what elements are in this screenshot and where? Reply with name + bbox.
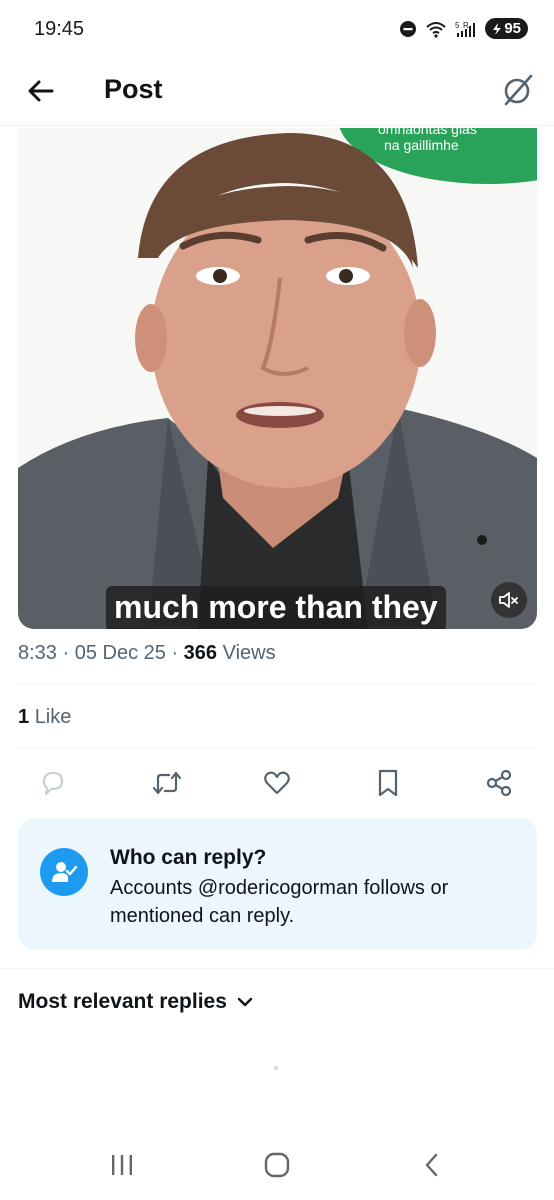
- arrow-left-icon: [28, 80, 54, 102]
- battery-level: 95: [504, 20, 521, 37]
- views-label: Views: [222, 642, 276, 664]
- svg-text:5: 5: [455, 21, 460, 30]
- divider: [18, 748, 537, 749]
- mute-button[interactable]: [491, 582, 527, 618]
- like-icon: [264, 771, 290, 795]
- divider: [18, 684, 537, 685]
- recent-apps-button[interactable]: [104, 1150, 140, 1180]
- sort-label: Most relevant replies: [18, 990, 227, 1013]
- repost-button[interactable]: [150, 766, 184, 800]
- system-back-button[interactable]: [414, 1150, 450, 1180]
- battery-indicator: 95: [485, 18, 528, 39]
- post-time: 8:33: [18, 642, 57, 664]
- header: Post: [0, 60, 554, 126]
- chevron-down-icon: [237, 997, 253, 1007]
- who-can-reply-card: Who can reply? Accounts @rodericogorman …: [18, 818, 537, 950]
- page-title: Post: [104, 74, 163, 104]
- grok-icon: [504, 74, 533, 106]
- post-page: 19:45 5 R 95 Post omhaontas glas na gail…: [0, 0, 554, 1200]
- likes-label: Like: [34, 706, 72, 728]
- grok-button[interactable]: [500, 72, 536, 108]
- status-icons: 5 R 95: [399, 18, 528, 39]
- divider: [0, 968, 554, 969]
- post-meta: 8:33 · 05 Dec 25 · 366 Views: [18, 642, 276, 665]
- system-nav-bar: [0, 1130, 554, 1200]
- repost-icon: [152, 771, 182, 795]
- home-button[interactable]: [259, 1150, 295, 1180]
- post-video[interactable]: omhaontas glas na gaillimhe much more th…: [18, 128, 537, 629]
- user-check-icon: [52, 862, 78, 882]
- bookmark-icon: [378, 769, 398, 797]
- loading-indicator: [274, 1066, 278, 1070]
- reply-button[interactable]: [36, 766, 70, 800]
- reply-card-body: Accounts @rodericogorman follows or ment…: [110, 877, 449, 927]
- post-date: 05 Dec 25: [74, 642, 166, 664]
- badge-line-1: omhaontas glas: [378, 128, 477, 137]
- action-bar: [18, 762, 537, 806]
- video-caption: much more than they: [106, 586, 446, 629]
- volume-mute-icon: [499, 592, 518, 608]
- share-icon: [486, 769, 512, 797]
- status-time: 19:45: [34, 18, 85, 40]
- home-icon: [264, 1152, 290, 1178]
- wifi-icon: [426, 21, 446, 38]
- views-count: 366: [183, 642, 218, 664]
- meta-separator: ·: [171, 642, 184, 664]
- cell-signal-icon: 5 R: [455, 21, 476, 37]
- status-bar: 19:45 5 R 95: [0, 0, 554, 60]
- battery-icon: [493, 22, 502, 35]
- reply-permission-avatar: [40, 848, 88, 896]
- bookmark-button[interactable]: [371, 766, 405, 800]
- do-not-disturb-icon: [400, 20, 417, 37]
- reply-card-title: Who can reply?: [110, 846, 267, 869]
- reply-icon: [43, 772, 63, 795]
- svg-text:R: R: [463, 21, 469, 30]
- like-button[interactable]: [260, 766, 294, 800]
- recent-apps-icon: [112, 1155, 132, 1175]
- replies-sort-dropdown[interactable]: Most relevant replies: [18, 990, 253, 1014]
- video-frame: omhaontas glas na gaillimhe: [18, 128, 537, 629]
- back-button[interactable]: [24, 74, 58, 108]
- share-button[interactable]: [482, 766, 516, 800]
- likes-summary[interactable]: 1 Like: [18, 706, 71, 729]
- badge-line-2: na gaillimhe: [384, 137, 459, 153]
- back-icon: [425, 1153, 438, 1177]
- likes-count: 1: [18, 706, 30, 728]
- meta-separator: ·: [62, 642, 75, 664]
